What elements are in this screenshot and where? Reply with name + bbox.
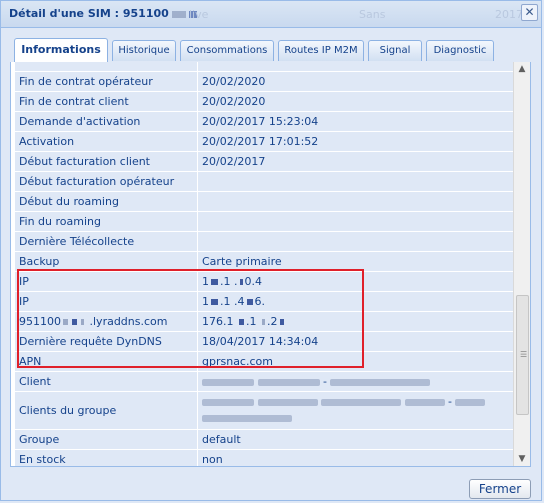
- row-label: Fin de contrat client: [19, 95, 129, 108]
- ip-value: 1 .1 .4 6.: [202, 295, 511, 308]
- row-label: 951100 .lyraddns.com: [19, 315, 194, 328]
- scroll-up-icon[interactable]: ▲: [514, 62, 530, 76]
- table-row: Début facturation opérateur: [15, 172, 515, 192]
- ip-part: .1: [246, 315, 257, 328]
- table-row: Fin du roaming: [15, 212, 515, 232]
- row-value: Carte primaire: [202, 255, 282, 268]
- table-row: Début facturation client 20/02/2017: [15, 152, 515, 172]
- ip-part: .1 .: [220, 275, 238, 288]
- group-clients-value: -: [202, 394, 511, 426]
- tab-diagnostic[interactable]: Diagnostic: [426, 40, 494, 61]
- table-row: Groupe default: [15, 430, 515, 450]
- row-label: APN: [19, 355, 42, 368]
- table-row: IP 1 .1 . 0.4: [15, 272, 515, 292]
- row-value: 18/04/2017 14:34:04: [202, 335, 319, 348]
- hostname-part: 951100: [19, 315, 61, 328]
- window-title: Détail d'une SIM : 951100: [9, 7, 197, 20]
- row-value: gprsnac.com: [202, 355, 273, 368]
- tab-consommations[interactable]: Consommations: [180, 40, 274, 61]
- scrollbar-thumb[interactable]: ☰: [516, 295, 529, 415]
- client-separator: -: [448, 395, 452, 408]
- row-value: 20/02/2017: [202, 155, 266, 168]
- redacted-id: [171, 10, 186, 18]
- tab-historique[interactable]: Historique: [112, 40, 176, 61]
- row-label: IP: [19, 275, 29, 288]
- row-label: Début facturation opérateur: [19, 175, 175, 188]
- row-label: En stock: [19, 453, 66, 466]
- table-row: 951100 .lyraddns.com 176.1 .1 .2: [15, 312, 515, 332]
- table-row: En stock non: [15, 450, 515, 466]
- grip-icon: ☰: [520, 350, 528, 359]
- row-label: IP: [19, 295, 29, 308]
- row-label: Dernière Télécollecte: [19, 235, 135, 248]
- table-row: Fin de contrat opérateur 20/02/2020: [15, 72, 515, 92]
- table-row: Demande d'activation 20/02/2017 15:23:04: [15, 112, 515, 132]
- tab-bar: Informations Historique Consommations Ro…: [10, 38, 531, 63]
- sim-detail-window: Détail d'une SIM : 951100 live Sans 2017…: [0, 0, 542, 501]
- table-row: [15, 62, 515, 72]
- vertical-scrollbar[interactable]: ▲ ☰ ▼: [513, 62, 530, 466]
- ip-value: 176.1 .1 .2: [202, 315, 511, 328]
- title-bar[interactable]: Détail d'une SIM : 951100 live Sans 2017…: [1, 1, 541, 28]
- row-label: Fin du roaming: [19, 215, 101, 228]
- tab-informations[interactable]: Informations: [14, 38, 108, 63]
- table-row: Dernière Télécollecte: [15, 232, 515, 252]
- client-value: -: [202, 375, 511, 388]
- informations-panel[interactable]: Fin de contrat opérateur 20/02/2020 Fin d…: [10, 62, 531, 467]
- property-grid: Fin de contrat opérateur 20/02/2020 Fin d…: [15, 62, 515, 466]
- close-icon[interactable]: ✕: [521, 4, 538, 21]
- table-row: Dernière requête DynDNS 18/04/2017 14:34:…: [15, 332, 515, 352]
- ip-part: 1: [202, 275, 209, 288]
- row-label: Début facturation client: [19, 155, 150, 168]
- row-label: Backup: [19, 255, 60, 268]
- title-ghost-text: Sans: [359, 8, 386, 21]
- row-label: Demande d'activation: [19, 115, 141, 128]
- close-button[interactable]: Fermer: [469, 479, 531, 499]
- row-label: Fin de contrat opérateur: [19, 75, 153, 88]
- table-row: Client -: [15, 372, 515, 392]
- row-value: 20/02/2017 17:01:52: [202, 135, 319, 148]
- table-row: Fin de contrat client 20/02/2020: [15, 92, 515, 112]
- tab-routes-ip-m2m[interactable]: Routes IP M2M: [278, 40, 364, 61]
- row-value: 20/02/2020: [202, 75, 266, 88]
- row-label: Début du roaming: [19, 195, 119, 208]
- ip-part: .1 .4: [220, 295, 245, 308]
- ip-part: 1: [202, 295, 209, 308]
- table-row: Backup Carte primaire: [15, 252, 515, 272]
- ip-part: 176.1: [202, 315, 234, 328]
- tab-signal[interactable]: Signal: [368, 40, 422, 61]
- row-label: Dernière requête DynDNS: [19, 335, 162, 348]
- scroll-down-icon[interactable]: ▼: [514, 452, 530, 466]
- ip-value: 1 .1 . 0.4: [202, 275, 511, 288]
- row-value: default: [202, 433, 241, 446]
- row-label: Activation: [19, 135, 75, 148]
- hostname-part: .lyraddns.com: [89, 315, 168, 328]
- table-row: APN gprsnac.com: [15, 352, 515, 372]
- table-row: Clients du groupe -: [15, 392, 515, 430]
- row-label: Client: [19, 375, 51, 388]
- row-label: Clients du groupe: [19, 404, 117, 417]
- table-row: Activation 20/02/2017 17:01:52: [15, 132, 515, 152]
- row-label: Groupe: [19, 433, 60, 446]
- ip-part: 6.: [254, 295, 266, 308]
- row-value: 20/02/2020: [202, 95, 266, 108]
- client-separator: -: [323, 375, 327, 388]
- window-title-text: Détail d'une SIM : 951100: [9, 7, 169, 20]
- row-value: non: [202, 453, 223, 466]
- row-value: 20/02/2017 15:23:04: [202, 115, 319, 128]
- table-row: IP 1 .1 .4 6.: [15, 292, 515, 312]
- table-row: Début du roaming: [15, 192, 515, 212]
- ip-part: 0.4: [244, 275, 263, 288]
- ip-part: .2: [267, 315, 278, 328]
- title-ghost-text: live: [189, 8, 209, 21]
